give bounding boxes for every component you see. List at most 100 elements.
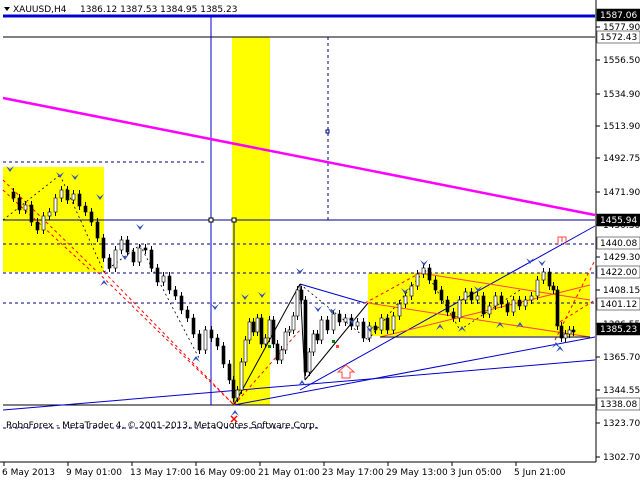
y-tick-label: 1365.70	[603, 353, 640, 363]
candle-body	[331, 313, 336, 331]
candle-body	[247, 321, 252, 341]
candle-body	[137, 247, 142, 263]
x-tick-label: 9 May 01:00	[66, 468, 122, 478]
candle-body	[551, 285, 556, 291]
candle-body	[29, 204, 34, 223]
candle-body	[559, 325, 564, 339]
candle-body	[571, 329, 576, 333]
candle-body	[83, 205, 88, 213]
candle-body	[65, 189, 70, 201]
y-tick-label: 1556.50	[603, 56, 640, 66]
x-tick-label: 21 May 01:00	[258, 468, 320, 478]
candle-body	[427, 267, 432, 281]
candle-body	[143, 247, 148, 251]
candle-body	[235, 389, 240, 399]
candle-body	[243, 339, 248, 363]
candle-body	[367, 325, 372, 339]
candle-body	[251, 321, 256, 333]
candle-body	[325, 319, 330, 331]
candle-body	[535, 279, 540, 297]
candle-body	[421, 267, 426, 275]
candle-body	[433, 279, 438, 291]
y-tick-label: 1429.30	[603, 253, 640, 263]
chart-window[interactable]: XAUUSD,H4 1386.12 1387.53 1384.95 1385.2…	[0, 0, 640, 480]
candle-body	[77, 193, 82, 207]
candle-body	[275, 343, 280, 361]
candle-body	[47, 211, 52, 217]
candle-body	[191, 317, 196, 335]
y-tick-label: 1408.15	[603, 286, 640, 296]
marker-dot	[268, 345, 271, 348]
candle-body	[475, 295, 480, 301]
price-label: 1338.08	[600, 400, 637, 410]
candle-body	[35, 221, 40, 231]
candle-body	[303, 299, 308, 373]
candle-body	[457, 299, 462, 319]
copyright-text: RoboForex - MetaTrader 4, © 2001-2013, M…	[6, 421, 318, 431]
candle-body	[255, 317, 260, 333]
x-tick-label: 6 May 2013	[2, 468, 55, 478]
candle-body	[263, 337, 268, 345]
candle-body	[343, 317, 348, 323]
candle-body	[203, 329, 208, 351]
x-tick-label: 13 May 17:00	[130, 468, 192, 478]
x-tick-label: 23 May 17:00	[322, 468, 384, 478]
candle-body	[403, 295, 408, 305]
candle-body	[197, 333, 202, 351]
candle-body	[469, 291, 474, 301]
x-tick-label: 5 Jun 21:00	[514, 468, 566, 478]
candle-body	[409, 285, 414, 297]
candle-body	[11, 191, 16, 199]
candle-body	[267, 319, 272, 339]
candle-body	[155, 267, 160, 283]
candle-body	[315, 333, 320, 341]
candle-body	[125, 239, 130, 253]
candle-body	[119, 239, 124, 251]
candle-body	[89, 211, 94, 223]
candle-body	[41, 215, 46, 231]
candle-body	[541, 271, 546, 281]
y-tick-label: 1471.90	[603, 188, 640, 198]
marker-dot	[332, 340, 335, 343]
candle-body	[523, 299, 528, 307]
candle-body	[499, 295, 504, 305]
candle-body	[361, 321, 366, 339]
marker-dot	[336, 345, 339, 348]
candle-body	[295, 289, 300, 317]
candle-body	[185, 309, 190, 319]
candle-body	[563, 333, 568, 339]
candle-body	[221, 345, 226, 365]
candle-body	[547, 271, 552, 287]
candle-body	[215, 337, 220, 347]
y-tick-label: 1492.75	[603, 154, 640, 164]
candle-body	[415, 273, 420, 287]
y-tick-label: 1513.90	[603, 122, 640, 132]
candle-body	[307, 351, 312, 373]
candle-body	[311, 333, 316, 353]
candle-body	[299, 289, 304, 301]
candle-body	[179, 295, 184, 311]
price-chart[interactable]: XAUUSD,H4 1386.12 1387.53 1384.95 1385.2…	[0, 0, 640, 480]
y-tick-label: 1534.90	[603, 90, 640, 100]
candle-body	[161, 275, 166, 283]
candle-body	[567, 329, 572, 335]
candle-body	[17, 197, 22, 211]
symbol-label: XAUUSD,H4	[13, 5, 67, 15]
candle-body	[107, 257, 112, 269]
price-label: 1422.00	[600, 268, 637, 278]
candle-body	[23, 204, 28, 211]
candle-body	[391, 315, 396, 331]
candle-body	[445, 299, 450, 313]
candle-body	[385, 317, 390, 331]
candle-body	[279, 349, 284, 361]
candle-body	[95, 221, 100, 239]
candle-body	[167, 275, 172, 291]
candle-body	[259, 317, 264, 345]
candle-body	[505, 303, 510, 313]
candle-body	[231, 379, 236, 399]
candle-body	[131, 251, 136, 263]
price-label: 1587.06	[600, 11, 637, 21]
x-tick-label: 29 May 13:00	[386, 468, 448, 478]
candle-body	[493, 295, 498, 307]
price-label: 1572.43	[600, 33, 637, 43]
